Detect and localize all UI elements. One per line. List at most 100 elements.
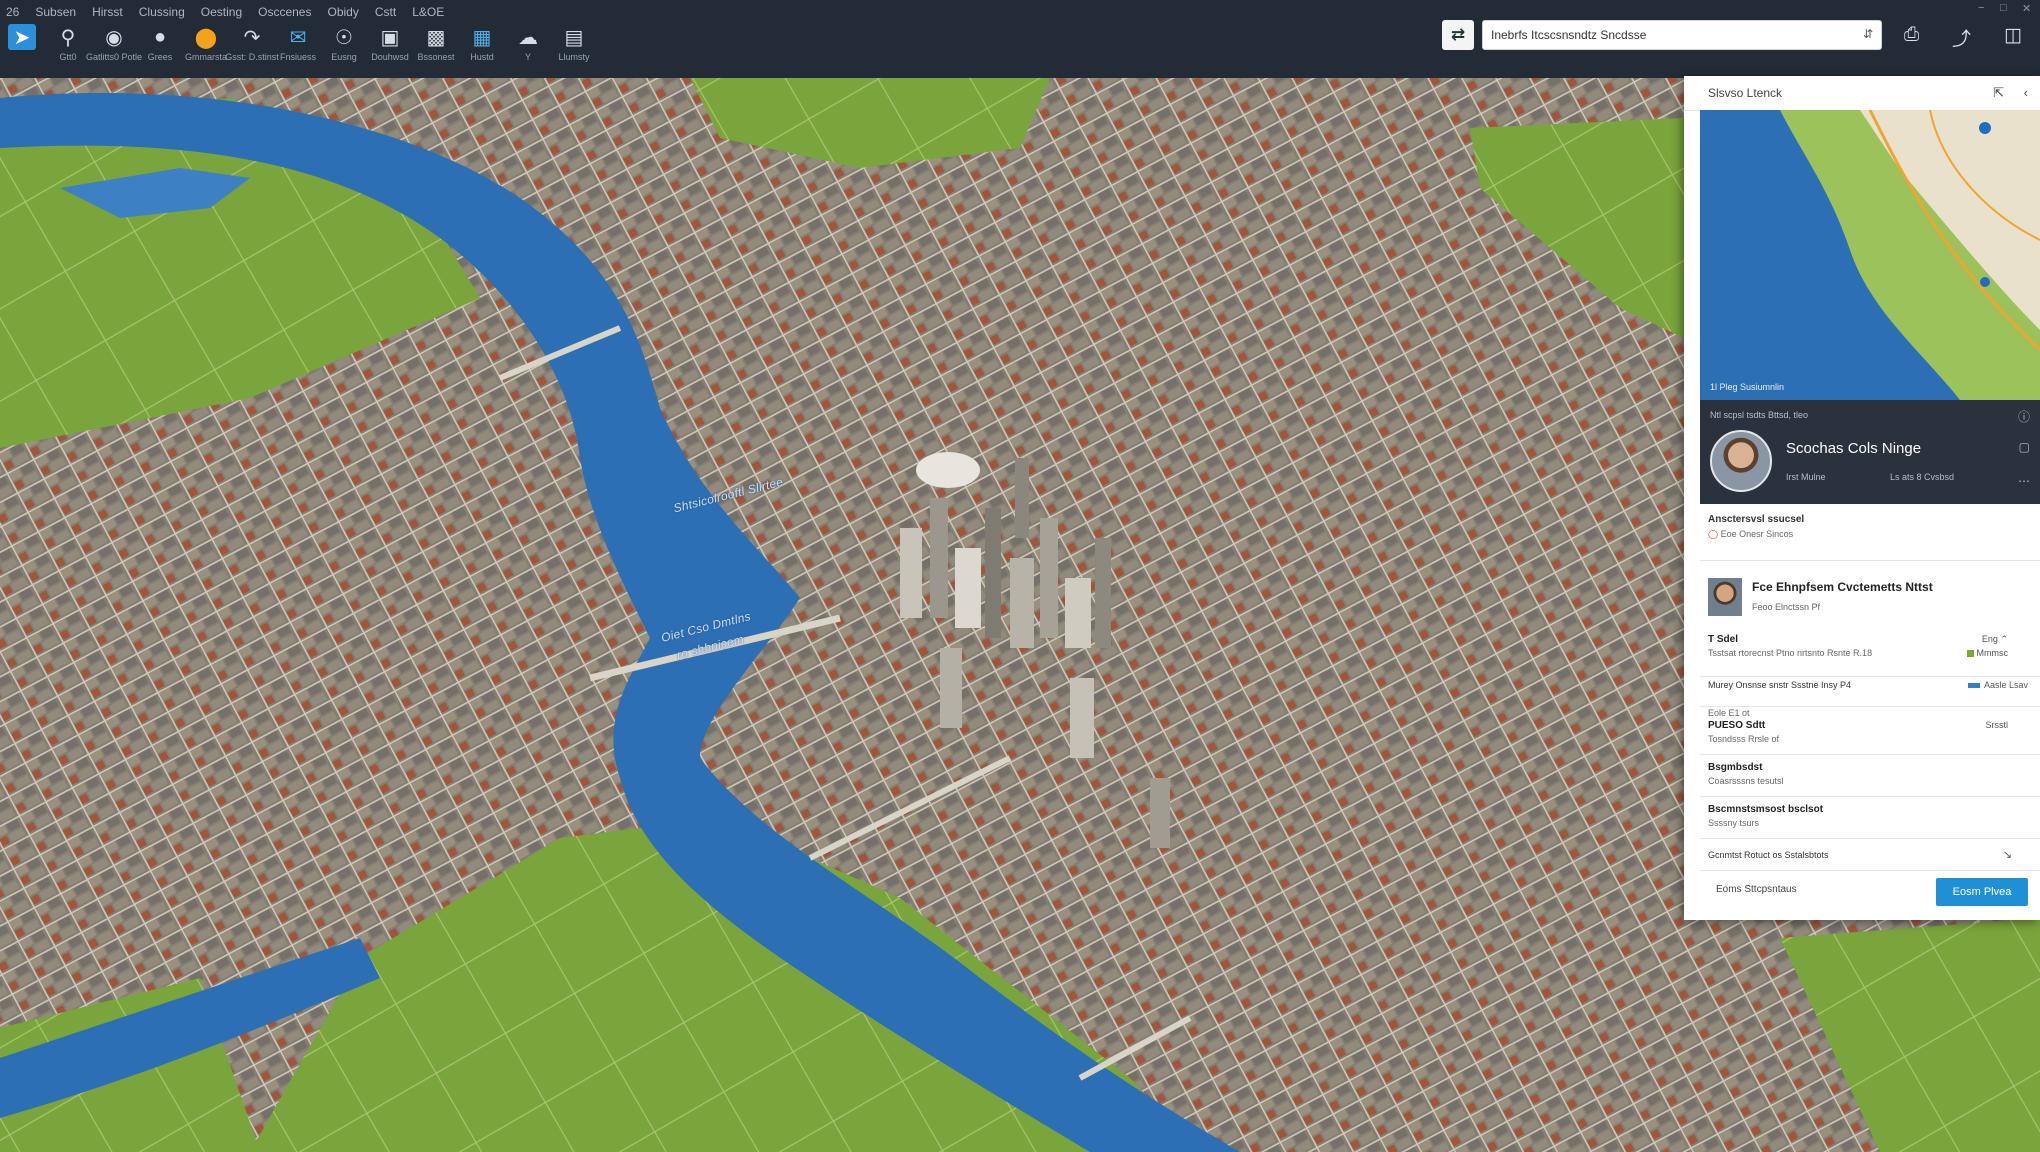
- section-sub: ◯ Eoe Onesr Sincos: [1708, 529, 2028, 540]
- tool-grid[interactable]: ▤ Llumsty: [552, 24, 596, 63]
- expand-icon[interactable]: ↘: [2003, 848, 2012, 861]
- tool-strip: ➤ ⚲ Gtt0 ◉ Gatlitts0 Potle ● Grees ⬤ Gmmarst…: [0, 24, 598, 74]
- row-title[interactable]: Gcnmtst Rotuct os Sstalsbtots: [1708, 850, 1829, 860]
- divider: [1700, 838, 2040, 839]
- card-sub: Feoo Elnctssn Pf: [1752, 602, 1821, 612]
- menu-item[interactable]: L&OE: [412, 2, 444, 22]
- section-title: Ansctersvsl ssucsel: [1708, 514, 1805, 525]
- minimize-icon[interactable]: −: [1978, 2, 1984, 14]
- mini-map-canvas: [1700, 110, 2040, 400]
- divider: [1700, 676, 2040, 677]
- row-title: Bscmnstsmsost bsclsot: [1708, 804, 1824, 815]
- tool-label: Llumsty: [558, 52, 590, 62]
- tool-label: Gmmarsta: [184, 52, 227, 62]
- location-icon: ●: [153, 25, 167, 48]
- cloud-icon: ☁: [518, 26, 538, 49]
- avatar: [1710, 430, 1772, 492]
- tool-layers[interactable]: ▩ Bssonest: [414, 24, 458, 63]
- options-icon[interactable]: ⋯: [2018, 474, 2030, 488]
- menu-item[interactable]: Cstt: [375, 2, 396, 22]
- profile-meta: Ls ats 8 Cvsbsd: [1890, 472, 1955, 482]
- search-box[interactable]: ⇵: [1482, 20, 1882, 50]
- app-logo-icon: ➤: [8, 24, 36, 50]
- tool-bubble[interactable]: ✉ Fnsiuess: [276, 24, 320, 63]
- tool-label: Y: [524, 52, 531, 62]
- layers-icon: ▩: [426, 26, 446, 49]
- tool-binoculars[interactable]: ◉ Gatlitts0 Potle: [86, 24, 142, 63]
- section-sub-text: Eoe Onesr Sincos: [1720, 529, 1794, 539]
- search-dropdown-icon[interactable]: ⇵: [1863, 27, 1873, 41]
- tool-photo[interactable]: ▦ Hustd: [460, 24, 504, 63]
- row-sub: Tosndsss Rrsle of: [1708, 734, 1780, 744]
- profile-card: Ntl scpsl tsdts Bttsd, tleo Scochas Cols…: [1700, 400, 2040, 504]
- collapse-panel-icon[interactable]: ‹: [2024, 85, 2028, 100]
- tool-measure[interactable]: ↷ Gsst: D.stinst: [225, 24, 279, 63]
- tool-app-logo[interactable]: ➤: [0, 24, 44, 52]
- tool-label: Gsst: D.stinst: [225, 52, 279, 62]
- circle-layer-icon: ⬤: [194, 26, 218, 49]
- row-sub: Coasrsssns tesutsl: [1708, 776, 1784, 786]
- pin-panel-icon[interactable]: ⇱: [1993, 85, 2004, 101]
- footer-link[interactable]: Eoms Sttcpsntaus: [1716, 884, 1797, 895]
- maximize-icon[interactable]: □: [2000, 2, 2007, 14]
- bubble-icon: ✉: [289, 26, 307, 49]
- binoculars-icon: ◉: [105, 26, 123, 49]
- search-input[interactable]: [1483, 21, 1859, 49]
- tool-label: Gatlitts0 Potle: [85, 52, 143, 62]
- primary-action-button[interactable]: Eosm Plvea: [1936, 878, 2028, 906]
- menu-item[interactable]: Clussing: [139, 2, 185, 22]
- status-dot: [1966, 650, 1974, 658]
- divider: [1700, 796, 2040, 797]
- chevron-icon[interactable]: ⌃: [2000, 634, 2008, 644]
- row-value-text: Eng: [1981, 634, 1998, 644]
- account-icon[interactable]: ◫: [2004, 24, 2022, 47]
- tool-label: Gtt0: [59, 52, 77, 62]
- divider: [1700, 870, 2040, 871]
- mini-map-caption: 1l Pleg Susiumnlin: [1710, 382, 1785, 392]
- tool-building[interactable]: ▣ Douhwsd: [368, 24, 412, 63]
- profile-name: Scochas Cols Ninge: [1786, 440, 1922, 457]
- row-value-text: Mmmsc: [1976, 648, 2009, 658]
- tool-cloud[interactable]: ☁ Y: [506, 24, 550, 63]
- share-icon[interactable]: ⤴: [1952, 24, 1971, 51]
- menu-item[interactable]: Subsen: [35, 2, 76, 22]
- card-title[interactable]: Fce Ehnpfsem Cvctemetts Nttst: [1752, 580, 1933, 594]
- print-icon[interactable]: ⎙: [1904, 24, 1919, 46]
- row-value: Mmmsc: [1966, 648, 2009, 658]
- menu-item[interactable]: 26: [6, 2, 19, 22]
- tool-pin[interactable]: ⚲ Gtt0: [46, 24, 90, 63]
- tool-label: Hustd: [470, 52, 494, 62]
- row-title: T Sdel: [1708, 634, 1739, 645]
- tool-location[interactable]: ● Grees: [138, 24, 182, 63]
- tool-label: Grees: [147, 52, 173, 62]
- divider: [1700, 560, 2040, 561]
- tool-label: Eusng: [331, 52, 357, 62]
- info-panel: Slsvso Ltenck ⇱ ‹ 1l Pleg Susiumnlin Ntl…: [1684, 76, 2040, 920]
- menu-item[interactable]: Osccenes: [258, 2, 311, 22]
- profile-subhead: Ntl scpsl tsdts Bttsd, tleo: [1710, 410, 1809, 420]
- tool-compass[interactable]: ☉ Eusng: [322, 24, 366, 63]
- tool-label: Douhwsd: [371, 52, 409, 62]
- menu-item[interactable]: Oesting: [201, 2, 242, 22]
- row-title: Murey Onsnse snstr Ssstne Insy P4: [1708, 680, 1852, 690]
- map-mode-button[interactable]: ⇄: [1442, 20, 1474, 50]
- thumbnail: [1708, 578, 1742, 616]
- progress-bar: [1967, 683, 1980, 689]
- close-icon[interactable]: ✕: [2022, 2, 2031, 15]
- mini-map[interactable]: 1l Pleg Susiumnlin: [1700, 110, 2040, 400]
- menu-item[interactable]: Hirsst: [92, 2, 123, 22]
- tool-label: Bssonest: [417, 52, 455, 62]
- tool-circle-layer[interactable]: ⬤ Gmmarsta: [184, 24, 228, 63]
- building-icon: ▣: [380, 26, 400, 49]
- row-pre: Eole E1 ot: [1708, 708, 1750, 718]
- bookmark-icon[interactable]: ▢: [2019, 440, 2030, 454]
- info-icon[interactable]: ⓘ: [2018, 408, 2030, 425]
- panel-header: Slsvso Ltenck ⇱ ‹: [1684, 76, 2040, 111]
- menu-item[interactable]: Obidy: [327, 2, 358, 22]
- top-toolbar: 26 Subsen Hirsst Clussing Oesting Osccen…: [0, 0, 2040, 78]
- section-header: Ansctersvsl ssucsel ◯ Eoe Onesr Sincos: [1708, 514, 2028, 540]
- tool-label: Fnsiuess: [279, 52, 316, 62]
- menu-bar: 26 Subsen Hirsst Clussing Oesting Osccen…: [6, 2, 444, 22]
- row-value: Eng ⌃: [1982, 634, 2008, 645]
- row-value: Aasle Lsav: [1967, 680, 2028, 690]
